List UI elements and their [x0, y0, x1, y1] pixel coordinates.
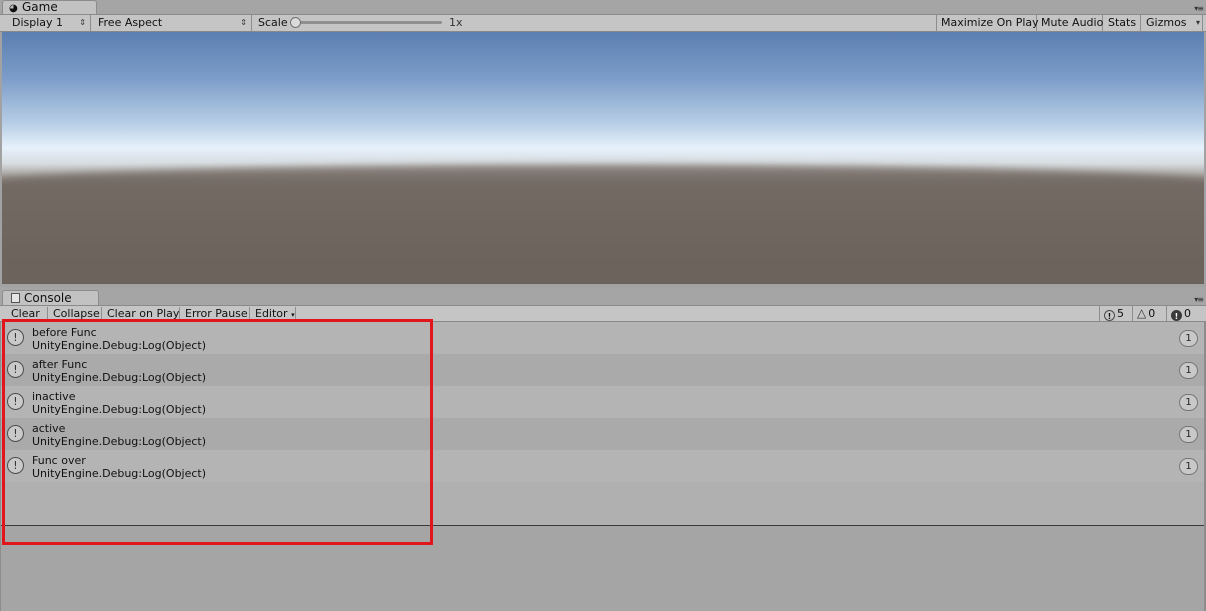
collapse-label: Collapse — [53, 307, 100, 320]
collapse-toggle[interactable]: Collapse — [48, 307, 102, 321]
pacman-icon: ◕ — [9, 3, 18, 14]
error-pause-toggle[interactable]: Error Pause — [180, 307, 250, 321]
updown-arrows-icon: ⇕ — [240, 18, 247, 27]
game-tab-strip: ◕ Game ▾≡ — [0, 0, 1206, 15]
log-entry[interactable]: ! inactive UnityEngine.Debug:Log(Object)… — [0, 386, 1206, 418]
scale-slider-thumb[interactable] — [290, 17, 301, 28]
log-count-badge: 1 — [1179, 394, 1198, 411]
log-trace: UnityEngine.Debug:Log(Object) — [32, 467, 207, 480]
display-dropdown-label: Display 1 — [12, 16, 64, 29]
log-trace: UnityEngine.Debug:Log(Object) — [32, 435, 207, 448]
log-message: before Func — [32, 326, 97, 339]
console-panel-menu-icon[interactable]: ▾≡ — [1194, 295, 1204, 304]
log-count-badge: 1 — [1179, 458, 1198, 475]
chevron-down-icon: ▾ — [1195, 18, 1200, 27]
info-count: 5 — [1117, 307, 1124, 320]
info-icon: ! — [7, 329, 24, 346]
tab-game-label: Game — [22, 0, 58, 14]
error-pause-label: Error Pause — [185, 307, 248, 320]
log-entry[interactable]: ! active UnityEngine.Debug:Log(Object) 1 — [0, 418, 1206, 450]
scale-label-text: Scale — [258, 16, 288, 29]
error-icon: ! — [1171, 310, 1182, 321]
maximize-on-play-label: Maximize On Play — [941, 16, 1039, 29]
info-icon: ! — [7, 361, 24, 378]
tab-console[interactable]: Console — [2, 290, 99, 305]
console-log-list[interactable]: ! before Func UnityEngine.Debug:Log(Obje… — [0, 322, 1206, 525]
console-detail-pane[interactable] — [0, 526, 1206, 611]
warning-icon: △ — [1137, 306, 1147, 320]
log-count-badge: 1 — [1179, 330, 1198, 347]
error-count-toggle[interactable]: ! 0 — [1166, 306, 1202, 321]
tab-game[interactable]: ◕ Game — [2, 0, 97, 14]
scale-label: Scale — [252, 15, 292, 31]
chevron-down-icon: ▾ — [291, 311, 295, 319]
editor-label: Editor — [255, 307, 288, 320]
clear-button[interactable]: Clear — [6, 307, 48, 321]
warning-count: 0 — [1148, 307, 1156, 320]
console-left-border — [0, 322, 1, 611]
info-icon: ! — [7, 425, 24, 442]
console-icon — [11, 293, 20, 303]
log-trace: UnityEngine.Debug:Log(Object) — [32, 371, 207, 384]
log-message: inactive — [32, 390, 76, 403]
log-entry[interactable]: ! before Func UnityEngine.Debug:Log(Obje… — [0, 322, 1206, 354]
aspect-dropdown-label: Free Aspect — [98, 16, 163, 29]
game-panel-menu-icon[interactable]: ▾≡ — [1194, 4, 1204, 13]
error-count: 0 — [1184, 307, 1191, 320]
log-trace: UnityEngine.Debug:Log(Object) — [32, 339, 207, 352]
tab-console-label: Console — [24, 291, 72, 305]
editor-dropdown[interactable]: Editor ▾ — [250, 307, 296, 321]
display-dropdown[interactable]: Display 1 ⇕ — [6, 15, 91, 31]
clear-on-play-toggle[interactable]: Clear on Play — [102, 307, 180, 321]
game-viewport[interactable] — [2, 32, 1204, 284]
log-message: active — [32, 422, 66, 435]
mute-audio-toggle[interactable]: Mute Audio — [1037, 15, 1103, 31]
maximize-on-play-toggle[interactable]: Maximize On Play — [936, 15, 1039, 31]
log-message: Func over — [32, 454, 86, 467]
warning-count-toggle[interactable]: △ 0 — [1132, 306, 1166, 321]
info-icon: ! — [1104, 310, 1115, 321]
log-count-badge: 1 — [1179, 426, 1198, 443]
console-tab-strip: Console ▾≡ — [0, 287, 1206, 306]
log-count-badge: 1 — [1179, 362, 1198, 379]
scale-value: 1x — [449, 16, 463, 29]
console-toolbar: Clear Collapse Clear on Play Error Pause… — [0, 306, 1206, 322]
log-entry[interactable]: ! Func over UnityEngine.Debug:Log(Object… — [0, 450, 1206, 482]
stats-label: Stats — [1108, 16, 1137, 29]
info-icon: ! — [7, 457, 24, 474]
stats-toggle[interactable]: Stats — [1103, 15, 1141, 31]
log-entry[interactable]: ! after Func UnityEngine.Debug:Log(Objec… — [0, 354, 1206, 386]
clear-on-play-label: Clear on Play — [107, 307, 180, 320]
scale-slider-track[interactable] — [298, 21, 442, 24]
updown-arrows-icon: ⇕ — [79, 18, 86, 27]
gizmos-dropdown[interactable]: Gizmos ▾ — [1141, 15, 1203, 31]
log-trace: UnityEngine.Debug:Log(Object) — [32, 403, 207, 416]
game-toolbar: Display 1 ⇕ Free Aspect ⇕ Scale 1x Maxim… — [0, 15, 1206, 32]
aspect-dropdown[interactable]: Free Aspect ⇕ — [92, 15, 252, 31]
info-icon: ! — [7, 393, 24, 410]
info-count-toggle[interactable]: ! 5 — [1099, 306, 1132, 321]
ground-plane — [2, 165, 1204, 284]
clear-button-label: Clear — [11, 307, 40, 320]
gizmos-label: Gizmos — [1146, 16, 1187, 29]
log-message: after Func — [32, 358, 88, 371]
mute-audio-label: Mute Audio — [1041, 16, 1104, 29]
